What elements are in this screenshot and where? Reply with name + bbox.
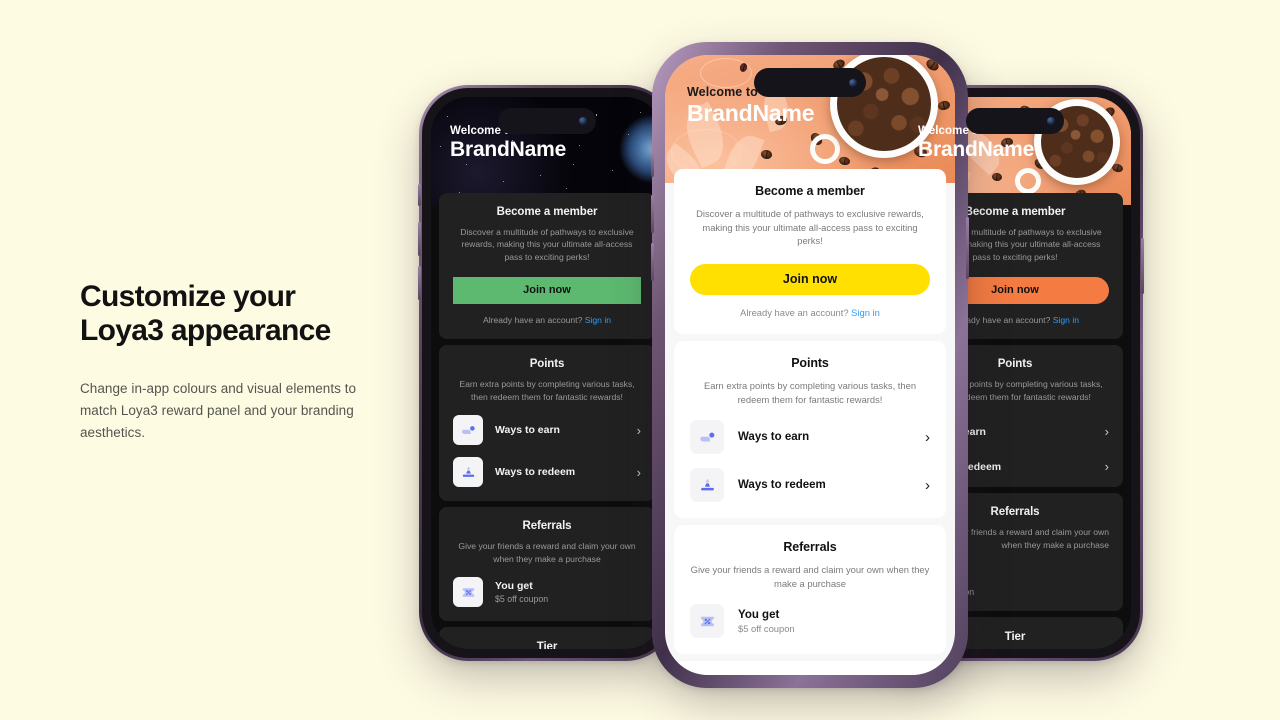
referral-reward-texts: You get $5 off coupon — [738, 609, 930, 634]
content-sheet-center: Become a member Discover a multitude of … — [665, 169, 955, 675]
coffee-bean — [991, 171, 1003, 182]
referrals-card-subtitle: Give your friends a reward and claim you… — [690, 564, 930, 589]
referrals-card-center: Referrals Give your friends a reward and… — [674, 525, 946, 655]
marketing-copy: Customize your Loya3 appearance Change i… — [80, 280, 380, 443]
coupon-percent-icon — [453, 577, 483, 608]
tier-card-left[interactable]: Tier — [439, 627, 655, 649]
ways-to-redeem-row[interactable]: Ways to redeem › — [453, 457, 641, 488]
ways-to-earn-row[interactable]: Ways to earn › — [453, 415, 641, 446]
power-button-center[interactable] — [966, 217, 969, 279]
redeem-stamp-icon — [453, 457, 483, 488]
referrals-card-left: Referrals Give your friends a reward and… — [439, 507, 655, 622]
signin-row: Already have an account? Sign in — [453, 315, 641, 325]
referral-reward-title: You get — [495, 580, 533, 593]
brand-name: BrandName — [687, 100, 815, 126]
dynamic-island-center — [754, 68, 866, 97]
phone-preview-left: Welcome to BrandName Become a member Dis… — [418, 85, 675, 661]
ways-to-redeem-label: Ways to redeem — [495, 466, 576, 479]
member-card-center: Become a member Discover a multitude of … — [674, 169, 946, 334]
points-card-center: Points Earn extra points by completing v… — [674, 340, 946, 519]
ways-to-earn-label: Ways to earn — [738, 431, 810, 444]
volume-up-left[interactable] — [418, 222, 421, 256]
chevron-right-icon: › — [1104, 424, 1109, 440]
referral-reward-detail: $5 off coupon — [738, 622, 795, 634]
earn-hand-icon — [690, 420, 724, 455]
power-button-right[interactable] — [1141, 238, 1144, 294]
mute-switch-left[interactable] — [418, 184, 421, 206]
page-description: Change in-app colours and visual element… — [80, 380, 357, 440]
chevron-right-icon: › — [925, 476, 930, 494]
referrals-card-title: Referrals — [522, 520, 572, 533]
signin-link[interactable]: Sign in — [585, 315, 611, 325]
page-title-line-1: Customize your — [80, 280, 296, 313]
points-card-subtitle: Earn extra points by completing various … — [459, 379, 635, 402]
referral-reward-texts: You get $5 off coupon — [495, 580, 641, 604]
referral-reward-title: You get — [738, 608, 780, 621]
member-card-title: Become a member — [755, 184, 865, 198]
referrals-card-title: Referrals — [783, 540, 837, 555]
referral-reward-row[interactable]: You get $5 off coupon — [453, 577, 641, 608]
coffee-bean — [760, 149, 773, 160]
front-camera-icon — [849, 78, 857, 87]
points-card-title: Points — [791, 355, 829, 370]
chevron-right-icon: › — [925, 428, 930, 446]
account-prompt: Already have an account? — [482, 315, 583, 326]
redeem-stamp-icon — [690, 468, 724, 503]
volume-down-left[interactable] — [418, 266, 421, 300]
member-card-left: Become a member Discover a multitude of … — [439, 193, 655, 340]
chevron-right-icon: › — [636, 464, 641, 480]
member-card-title: Become a member — [496, 206, 598, 218]
page-title: Customize your Loya3 appearance — [80, 280, 380, 348]
tier-card-center[interactable]: Tier — [674, 661, 946, 675]
member-card-subtitle: Discover a multitude of pathways to excl… — [460, 227, 634, 262]
tier-card-title: Tier — [536, 641, 558, 649]
referrals-card-subtitle: Give your friends a reward and claim you… — [458, 541, 636, 564]
page-title-line-2: Loya3 appearance — [80, 313, 331, 347]
front-camera-icon — [1047, 117, 1055, 125]
front-camera-icon — [579, 117, 587, 125]
signin-row: Already have an account? Sign in — [690, 307, 930, 318]
points-card-left: Points Earn extra points by completing v… — [439, 345, 655, 502]
account-prompt: Already have an account? — [740, 306, 849, 318]
content-sheet-left: Become a member Discover a multitude of … — [431, 193, 663, 649]
ways-to-earn-label: Ways to earn — [495, 424, 560, 437]
ways-to-redeem-row[interactable]: Ways to redeem › — [690, 468, 930, 503]
points-card-subtitle: Earn extra points by completing various … — [703, 379, 917, 405]
ways-to-redeem-label: Ways to redeem — [738, 479, 826, 492]
ways-to-earn-row[interactable]: Ways to earn › — [690, 420, 930, 455]
brand-name: BrandName — [450, 138, 567, 161]
chevron-right-icon: › — [636, 422, 641, 438]
mute-switch-center[interactable] — [651, 153, 654, 177]
member-card-subtitle: Discover a multitude of pathways to excl… — [696, 208, 924, 247]
brand-name: BrandName — [918, 138, 1035, 161]
signin-link[interactable]: Sign in — [1053, 315, 1079, 325]
earn-hand-icon — [453, 415, 483, 446]
points-card-title: Points — [529, 358, 565, 371]
phone-screen-center: Welcome to BrandName Become a member Dis… — [665, 55, 955, 675]
volume-down-center[interactable] — [651, 243, 654, 281]
phone-screen-left: Welcome to BrandName Become a member Dis… — [431, 97, 663, 649]
dynamic-island-left — [498, 108, 596, 134]
coupon-percent-icon — [690, 604, 724, 639]
referral-reward-row[interactable]: You get $5 off coupon — [690, 604, 930, 639]
volume-up-center[interactable] — [651, 195, 654, 233]
referral-reward-detail: $5 off coupon — [495, 594, 549, 605]
chevron-right-icon: › — [1104, 459, 1109, 475]
dynamic-island-right — [966, 108, 1064, 134]
signin-link[interactable]: Sign in — [851, 307, 880, 318]
join-now-button[interactable]: Join now — [690, 263, 930, 295]
swirl-decoration — [670, 129, 741, 174]
join-now-button[interactable]: Join now — [453, 277, 641, 305]
